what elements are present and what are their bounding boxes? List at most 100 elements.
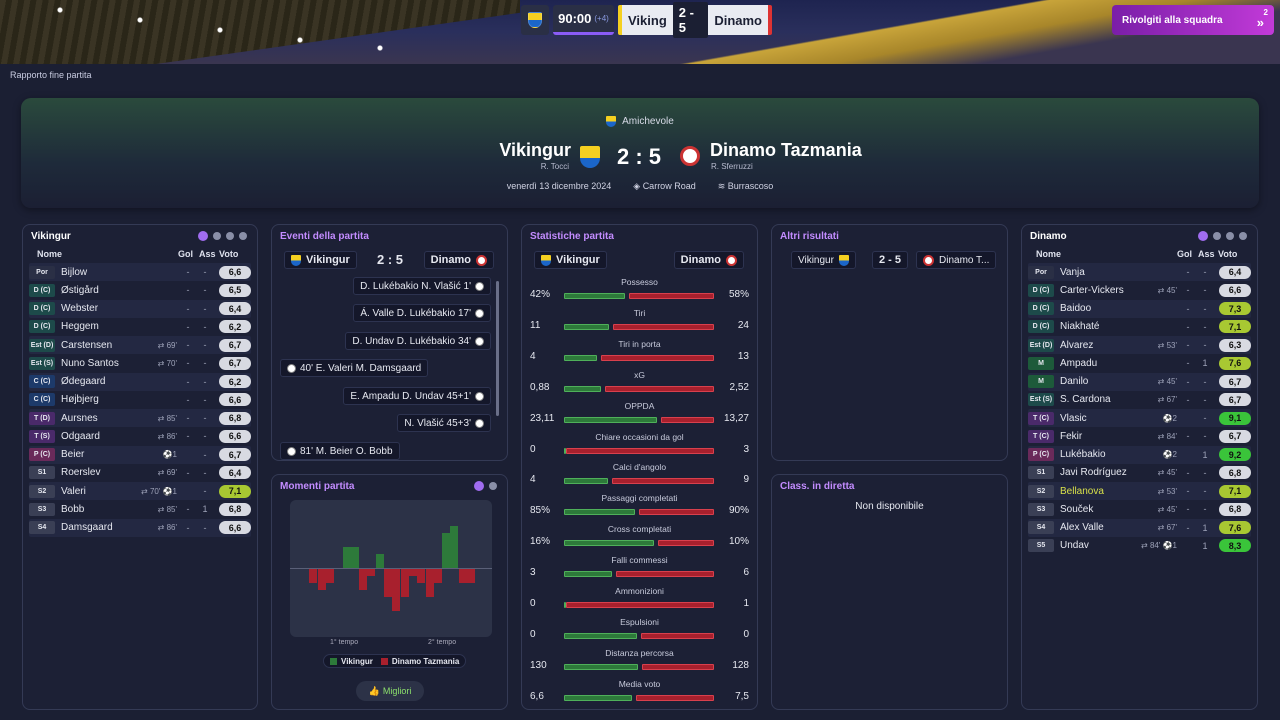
player-name[interactable]: Carter-Vickers: [1060, 285, 1137, 296]
away-momentum-bar: [384, 569, 392, 597]
player-name[interactable]: Bobb: [61, 504, 137, 515]
goal-ball-icon: [287, 446, 296, 456]
away-team-name[interactable]: Dinamo Tazmania: [710, 140, 862, 161]
player-name[interactable]: Baidoo: [1060, 303, 1137, 314]
player-name[interactable]: Souček: [1060, 504, 1137, 515]
goals: -: [186, 321, 190, 332]
player-name[interactable]: Bijlow: [61, 267, 137, 278]
player-row[interactable]: C (C) Højbjerg - - 6,6: [29, 391, 251, 409]
player-name[interactable]: Roerslev: [61, 467, 137, 478]
event-item[interactable]: 40' E. Valeri M. Damsgaard: [280, 359, 429, 377]
stat-away-value: 3: [743, 443, 749, 455]
player-row[interactable]: S3 Souček ⇄ 45' - -6,8: [1028, 500, 1251, 518]
club-badge-icon[interactable]: [521, 5, 549, 35]
player-name[interactable]: Lukébakio: [1060, 449, 1137, 460]
player-row[interactable]: M Ampadu - 1 7,6: [1028, 354, 1251, 372]
player-name[interactable]: Beier: [61, 449, 137, 460]
player-row[interactable]: S5 Undav ⇄ 84' ⚽1 1 8,3: [1028, 537, 1251, 555]
stat-away-value: 13,27: [723, 412, 749, 424]
event-item[interactable]: D. Lukébakio N. Vlašić 1': [353, 277, 491, 295]
player-row[interactable]: S2 Valeri ⇄ 70' ⚽1 - 7,1: [29, 482, 251, 500]
player-row[interactable]: D (C) Niakhaté - - 7,1: [1028, 318, 1251, 336]
player-row[interactable]: P (C) Beier ⚽1 - 6,7: [29, 445, 251, 464]
scrollbar[interactable]: [496, 281, 499, 416]
assists: -: [1203, 321, 1207, 332]
player-name[interactable]: Damsgaard: [61, 522, 137, 533]
player-row[interactable]: S1 Javi Rodríguez ⇄ 45' - -6,8: [1028, 464, 1251, 482]
player-row[interactable]: D (C) Østigård - - 6,5: [29, 281, 251, 299]
stat-row: Media voto 6,6 7,5: [530, 679, 749, 709]
player-name[interactable]: Webster: [61, 303, 137, 314]
position-badge: S4: [1028, 521, 1054, 534]
player-name[interactable]: Javi Rodríguez: [1060, 467, 1137, 478]
player-row[interactable]: Est (D) Carstensen ⇄ 69' - -6,7: [29, 336, 251, 354]
event-item[interactable]: N. Vlašić 45+3': [397, 414, 491, 432]
player-row[interactable]: P (C) Lukébakio ⚽2 1 9,2: [1028, 445, 1251, 464]
player-name[interactable]: Ampadu: [1060, 358, 1137, 369]
player-name[interactable]: Østigård: [61, 285, 137, 296]
player-row[interactable]: Est (S) Nuno Santos ⇄ 70' - -6,7: [29, 354, 251, 372]
best-players-button[interactable]: 👍 Migliori: [356, 681, 424, 701]
goals: -: [1186, 486, 1190, 496]
goals: -: [186, 267, 190, 277]
away-momentum-bar: [425, 569, 434, 597]
player-row[interactable]: T (S) Odgaard ⇄ 86' - -6,6: [29, 427, 251, 445]
event-item[interactable]: Á. Valle D. Lukébakio 17': [353, 304, 491, 322]
team-talk-button[interactable]: Rivolgiti alla squadra 2 »: [1112, 5, 1274, 35]
player-name[interactable]: Àlex Valle: [1060, 522, 1137, 533]
player-name[interactable]: Vanja: [1060, 267, 1137, 278]
sub-info: ⇄ 84': [1157, 431, 1177, 441]
player-name[interactable]: Danilo: [1060, 376, 1137, 387]
player-row[interactable]: C (C) Ødegaard - - 6,2: [29, 372, 251, 391]
player-name[interactable]: Nuno Santos: [61, 358, 137, 369]
player-row[interactable]: S4 Damsgaard ⇄ 86' - -6,6: [29, 518, 251, 537]
player-row[interactable]: M Danilo ⇄ 45' - -6,7: [1028, 372, 1251, 391]
assists: -: [1203, 376, 1207, 387]
player-row[interactable]: S2 Bellanova ⇄ 53' - -7,1: [1028, 482, 1251, 500]
player-name[interactable]: Højbjerg: [61, 394, 137, 405]
home-team-name[interactable]: Vikingur: [499, 140, 571, 161]
player-name[interactable]: Valeri: [61, 486, 137, 497]
player-row[interactable]: D (C) Carter-Vickers ⇄ 45' - -6,6: [1028, 281, 1251, 299]
player-row[interactable]: Est (D) Álvarez ⇄ 53' - -6,3: [1028, 336, 1251, 354]
event-item[interactable]: D. Undav D. Lukébakio 34': [345, 332, 491, 350]
position-badge: D (C): [29, 283, 55, 297]
player-name[interactable]: Aursnes: [61, 413, 137, 424]
sub-info: ⇄ 45': [1157, 504, 1177, 514]
player-row[interactable]: D (C) Baidoo - - 7,3: [1028, 299, 1251, 318]
player-row[interactable]: D (C) Webster - - 6,4: [29, 299, 251, 318]
player-row[interactable]: Por Bijlow - - 6,6: [29, 263, 251, 281]
player-name[interactable]: Niakhaté: [1060, 321, 1137, 332]
player-name[interactable]: Ødegaard: [61, 376, 137, 387]
goals: -: [186, 394, 190, 405]
other-away[interactable]: Dinamo T...: [916, 251, 997, 269]
player-name[interactable]: Bellanova: [1060, 486, 1137, 497]
pager-dots[interactable]: [198, 231, 247, 241]
event-item[interactable]: 81' M. Beier O. Bobb: [280, 442, 400, 460]
pager-dots[interactable]: [1198, 231, 1247, 241]
other-home[interactable]: Vikingur: [791, 251, 856, 269]
pager-dots[interactable]: [474, 481, 497, 491]
player-name[interactable]: Álvarez: [1060, 340, 1137, 351]
player-row[interactable]: T (D) Aursnes ⇄ 85' - -6,8: [29, 409, 251, 427]
sub-info: ⇄ 85': [157, 413, 177, 423]
player-row[interactable]: S1 Roerslev ⇄ 69' - -6,4: [29, 464, 251, 482]
player-name[interactable]: Carstensen: [61, 340, 137, 351]
player-name[interactable]: Undav: [1060, 540, 1137, 551]
player-row[interactable]: Est (S) S. Cardona ⇄ 67' - -6,7: [1028, 391, 1251, 409]
player-name[interactable]: Odgaard: [61, 431, 137, 442]
player-row[interactable]: Por Vanja - - 6,4: [1028, 263, 1251, 281]
player-row[interactable]: S3 Bobb ⇄ 85' - 1 6,8: [29, 500, 251, 518]
player-row[interactable]: T (C) Fekir ⇄ 84' - -6,7: [1028, 427, 1251, 445]
player-name[interactable]: Fekir: [1060, 431, 1137, 442]
stats-away-chip: Dinamo: [673, 251, 744, 269]
player-row[interactable]: S4 Àlex Valle ⇄ 67' - 1 7,6: [1028, 518, 1251, 537]
home-crest-icon: [580, 146, 600, 168]
player-row[interactable]: D (C) Heggem - - 6,2: [29, 318, 251, 336]
player-name[interactable]: Heggem: [61, 321, 137, 332]
position-badge: D (C): [29, 320, 55, 334]
event-item[interactable]: E. Ampadu D. Undav 45+1': [343, 387, 491, 405]
player-name[interactable]: S. Cardona: [1060, 394, 1137, 405]
player-row[interactable]: T (C) Vlasic ⚽2 - 9,1: [1028, 409, 1251, 427]
player-name[interactable]: Vlasic: [1060, 413, 1137, 424]
